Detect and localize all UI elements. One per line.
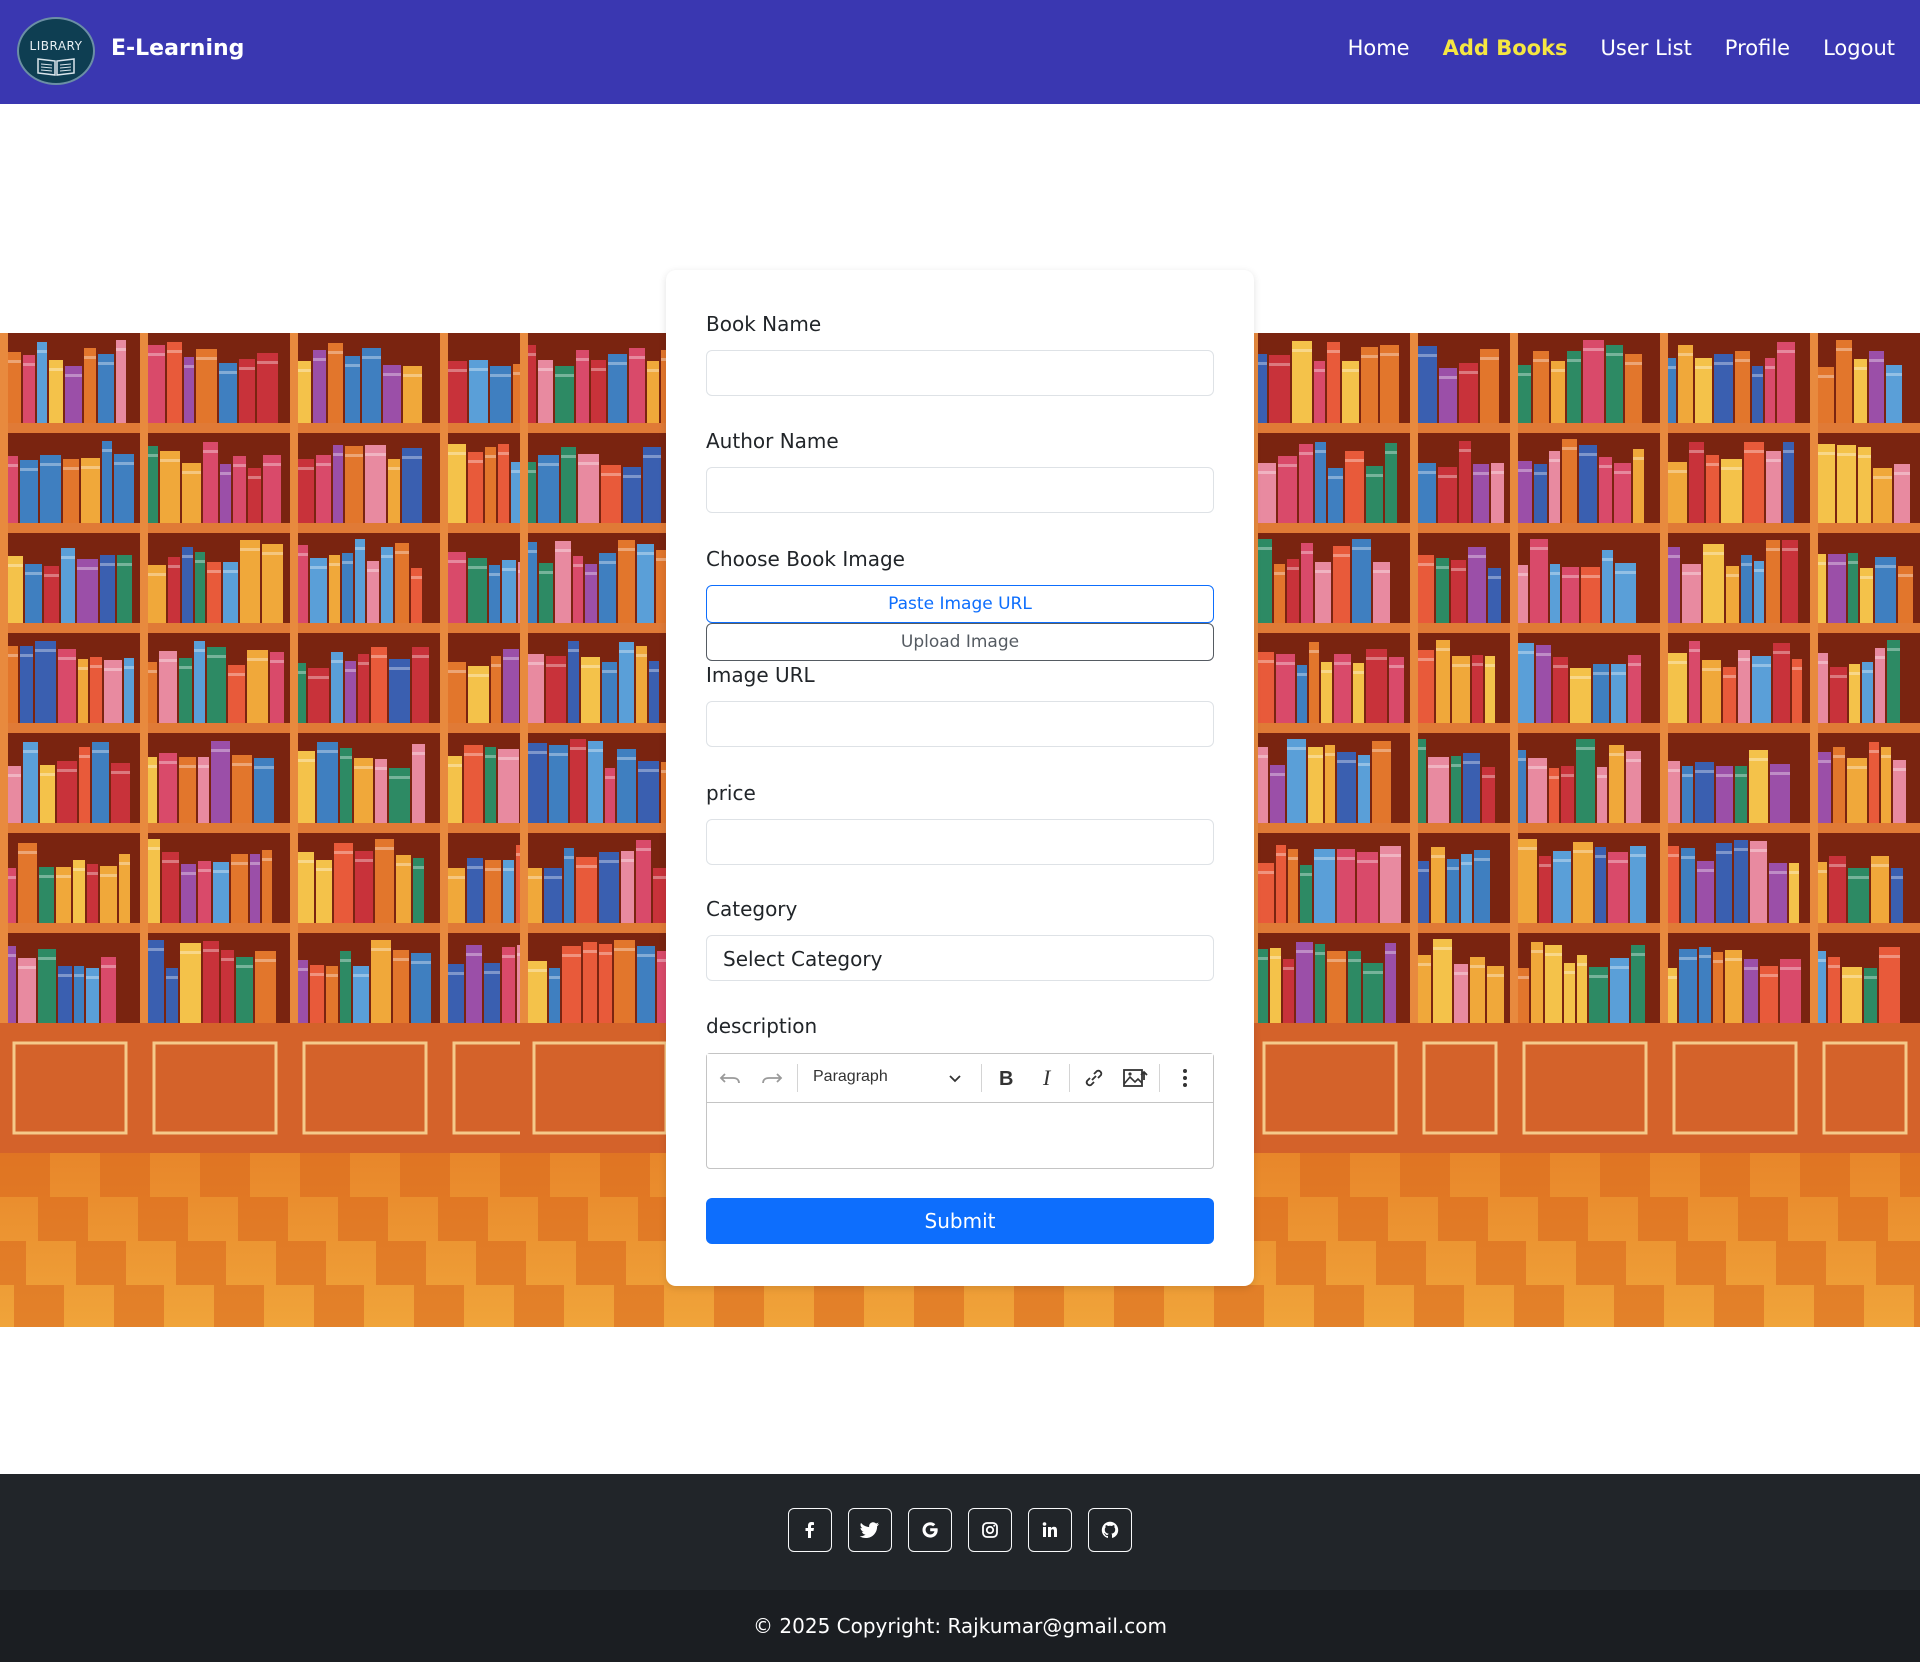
price-label: price xyxy=(706,781,756,805)
description-editor: Paragraph B I xyxy=(706,1053,1214,1169)
upload-image-button[interactable]: Upload Image xyxy=(706,623,1214,661)
navbar: LIBRARY E-Learning Home Add Books User L… xyxy=(0,0,1920,104)
insert-image-icon[interactable] xyxy=(1121,1066,1149,1090)
google-icon[interactable] xyxy=(908,1508,952,1552)
submit-button[interactable]: Submit xyxy=(706,1198,1214,1244)
more-icon[interactable] xyxy=(1177,1066,1193,1090)
price-input[interactable] xyxy=(706,819,1214,865)
description-label: description xyxy=(706,1014,818,1038)
toolbar-separator xyxy=(1069,1064,1070,1092)
book-name-input[interactable] xyxy=(706,350,1214,396)
block-format-dropdown[interactable]: Paragraph xyxy=(813,1068,888,1086)
nav-links: Home Add Books User List Profile Logout xyxy=(1315,36,1895,60)
nav-add-books[interactable]: Add Books xyxy=(1443,36,1568,60)
github-icon[interactable] xyxy=(1088,1508,1132,1552)
image-url-label: Image URL xyxy=(706,663,815,687)
instagram-icon[interactable] xyxy=(968,1508,1012,1552)
category-selected-value: Select Category xyxy=(723,947,883,971)
social-links xyxy=(0,1508,1920,1552)
toolbar-separator xyxy=(1159,1064,1160,1092)
nav-user-list[interactable]: User List xyxy=(1601,36,1692,60)
image-url-input[interactable] xyxy=(706,701,1214,747)
toolbar-separator xyxy=(797,1064,798,1092)
facebook-icon[interactable] xyxy=(788,1508,832,1552)
linkedin-icon[interactable] xyxy=(1028,1508,1072,1552)
library-logo[interactable]: LIBRARY xyxy=(17,17,95,85)
nav-profile[interactable]: Profile xyxy=(1725,36,1790,60)
svg-text:B: B xyxy=(999,1068,1013,1090)
nav-logout[interactable]: Logout xyxy=(1823,36,1895,60)
paste-image-url-button[interactable]: Paste Image URL xyxy=(706,585,1214,623)
author-name-label: Author Name xyxy=(706,429,839,453)
editor-content-area[interactable] xyxy=(707,1102,1213,1168)
toolbar-separator xyxy=(981,1064,982,1092)
editor-toolbar: Paragraph B I xyxy=(707,1054,1213,1103)
choose-book-image-label: Choose Book Image xyxy=(706,547,905,571)
logo-text: LIBRARY xyxy=(29,39,83,53)
twitter-icon[interactable] xyxy=(848,1508,892,1552)
undo-icon[interactable] xyxy=(717,1066,743,1090)
footer-copyright: © 2025 Copyright: Rajkumar@gmail.com xyxy=(0,1590,1920,1662)
author-name-input[interactable] xyxy=(706,467,1214,513)
add-book-form: Book Name Author Name Choose Book Image … xyxy=(666,270,1254,1286)
redo-icon[interactable] xyxy=(759,1066,785,1090)
book-name-label: Book Name xyxy=(706,312,822,336)
svg-text:I: I xyxy=(1042,1066,1052,1090)
category-select[interactable]: Select Category xyxy=(706,935,1214,981)
bold-icon[interactable]: B xyxy=(993,1066,1019,1090)
footer-social-bar xyxy=(0,1474,1920,1590)
chevron-down-icon[interactable] xyxy=(947,1066,963,1090)
open-book-icon xyxy=(37,58,75,76)
link-icon[interactable] xyxy=(1081,1066,1107,1090)
nav-home[interactable]: Home xyxy=(1348,36,1410,60)
category-label: Category xyxy=(706,897,798,921)
brand-name[interactable]: E-Learning xyxy=(111,36,244,61)
italic-icon[interactable]: I xyxy=(1035,1066,1061,1090)
